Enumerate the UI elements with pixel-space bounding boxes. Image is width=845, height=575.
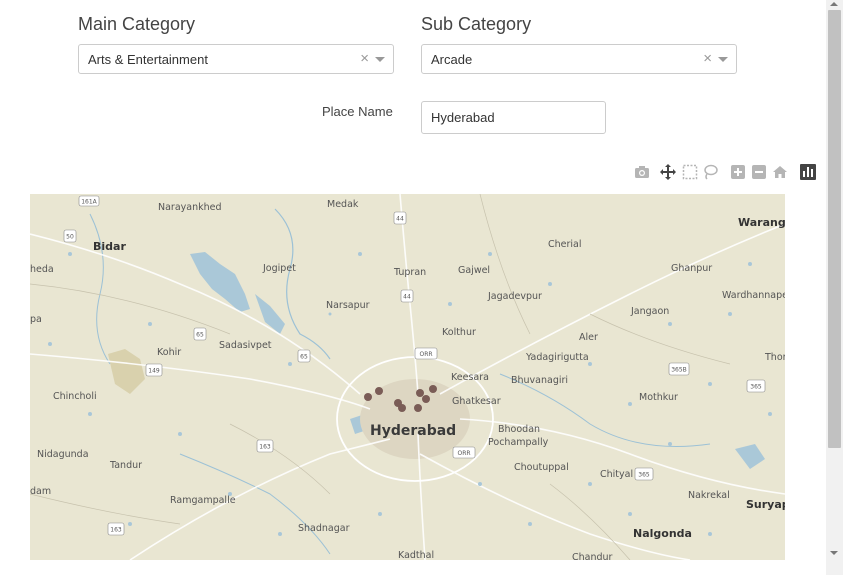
label-thor: Thor xyxy=(764,352,785,363)
shield-163: 163 xyxy=(259,444,271,451)
label-tandur: Tandur xyxy=(109,460,142,471)
label-cherial: Cherial xyxy=(548,239,582,250)
camera-icon[interactable] xyxy=(634,164,650,180)
shield-149: 149 xyxy=(148,368,160,375)
label-nalgonda: Nalgonda xyxy=(633,527,692,540)
shield-44a: 44 xyxy=(396,216,404,223)
shield-orr2: ORR xyxy=(457,450,470,457)
label-mothkur: Mothkur xyxy=(639,392,678,403)
label-narsapur: Narsapur xyxy=(326,300,370,311)
zoom-in-icon[interactable] xyxy=(730,164,746,180)
label-narayankhed: Narayankhed xyxy=(158,202,222,213)
sub-category-value: Arcade xyxy=(431,52,473,67)
page-scrollbar[interactable] xyxy=(826,0,843,575)
marker[interactable] xyxy=(414,404,422,412)
main-category-label: Main Category xyxy=(78,14,196,34)
main-category-select[interactable]: Arts & Entertainment × xyxy=(78,44,394,74)
label-jangaon: Jangaon xyxy=(630,306,669,317)
shield-65b: 65 xyxy=(300,354,308,361)
label-jagadevpur: Jagadevpur xyxy=(487,291,542,302)
label-kolthur: Kolthur xyxy=(442,327,476,338)
label-suryap: Suryap xyxy=(746,498,785,511)
label-nakrekal: Nakrekal xyxy=(688,490,730,501)
label-nidagunda: Nidagunda xyxy=(37,449,89,460)
scroll-up-arrow-icon[interactable] xyxy=(830,2,838,6)
shield-365b: 365B xyxy=(671,367,687,374)
map-toolbar xyxy=(630,164,820,182)
label-medak: Medak xyxy=(327,199,359,210)
home-icon[interactable] xyxy=(772,164,788,180)
box-select-icon[interactable] xyxy=(682,164,698,180)
marker[interactable] xyxy=(364,393,372,401)
shield-365: 365 xyxy=(750,384,762,391)
label-kohir: Kohir xyxy=(157,347,181,358)
map[interactable]: 161A 50 44 44 65 65 149 163 163 365B 365… xyxy=(30,194,785,560)
main-category-chevron-down-icon[interactable] xyxy=(375,57,385,62)
plotly-logo-icon[interactable] xyxy=(800,164,816,180)
marker[interactable] xyxy=(422,395,430,403)
shield-65: 65 xyxy=(196,332,204,339)
label-bhuvanagiri: Bhuvanagiri xyxy=(511,375,568,386)
marker[interactable] xyxy=(375,387,383,395)
marker[interactable] xyxy=(398,404,406,412)
scroll-down-arrow-icon[interactable] xyxy=(830,551,838,555)
label-wardhannape: Wardhannape xyxy=(722,290,785,301)
label-choutuppal: Choutuppal xyxy=(514,462,569,473)
label-warangal: Waranga xyxy=(738,216,785,229)
sub-category-select[interactable]: Arcade × xyxy=(421,44,737,74)
shield-50: 50 xyxy=(66,234,74,241)
label-aler: Aler xyxy=(579,332,598,343)
label-yadagirigutta: Yadagirigutta xyxy=(525,352,589,363)
label-shadnagar: Shadnagar xyxy=(298,523,350,534)
label-bhoodan: Bhoodan xyxy=(498,424,540,435)
label-tupran: Tupran xyxy=(393,267,426,278)
label-gajwel: Gajwel xyxy=(458,265,490,276)
label-jogipet: Jogipet xyxy=(262,263,296,274)
marker[interactable] xyxy=(416,389,424,397)
label-chincholi: Chincholi xyxy=(53,391,97,402)
label-bidar: Bidar xyxy=(93,240,126,253)
label-ghanpur: Ghanpur xyxy=(671,263,712,274)
shield-163b: 163 xyxy=(110,527,122,534)
label-pochampally: Pochampally xyxy=(488,437,549,448)
shield-365c: 365 xyxy=(638,472,650,479)
zoom-out-icon[interactable] xyxy=(751,164,767,180)
main-category-clear-icon[interactable]: × xyxy=(360,50,369,67)
place-name-input[interactable] xyxy=(421,101,606,134)
pan-icon[interactable] xyxy=(660,164,676,180)
shield-161a: 161A xyxy=(81,199,97,206)
shield-44b: 44 xyxy=(403,294,411,301)
label-pa: pa xyxy=(30,314,42,325)
label-chandur: Chandur xyxy=(572,552,613,560)
label-heda: heda xyxy=(30,264,54,275)
sub-category-label: Sub Category xyxy=(421,14,532,34)
label-sadasivpet: Sadasivpet xyxy=(219,340,272,351)
label-keesara: Keesara xyxy=(451,372,489,383)
label-ghatkesar: Ghatkesar xyxy=(452,396,501,407)
scrollbar-thumb[interactable] xyxy=(828,10,841,448)
label-kadthal: Kadthal xyxy=(398,550,434,560)
main-category-value: Arts & Entertainment xyxy=(88,52,208,67)
shield-orr1: ORR xyxy=(419,351,432,358)
sub-category-clear-icon[interactable]: × xyxy=(703,50,712,67)
label-ramgampalle: Ramgampalle xyxy=(170,495,236,506)
marker[interactable] xyxy=(429,385,437,393)
label-hyderabad: Hyderabad xyxy=(370,423,456,439)
label-dam: dam xyxy=(30,486,51,497)
lasso-select-icon[interactable] xyxy=(702,164,718,180)
sub-category-chevron-down-icon[interactable] xyxy=(718,57,728,62)
place-name-label: Place Name xyxy=(322,104,393,119)
label-chityal: Chityal xyxy=(600,469,633,480)
map-canvas[interactable]: 161A 50 44 44 65 65 149 163 163 365B 365… xyxy=(30,194,785,560)
